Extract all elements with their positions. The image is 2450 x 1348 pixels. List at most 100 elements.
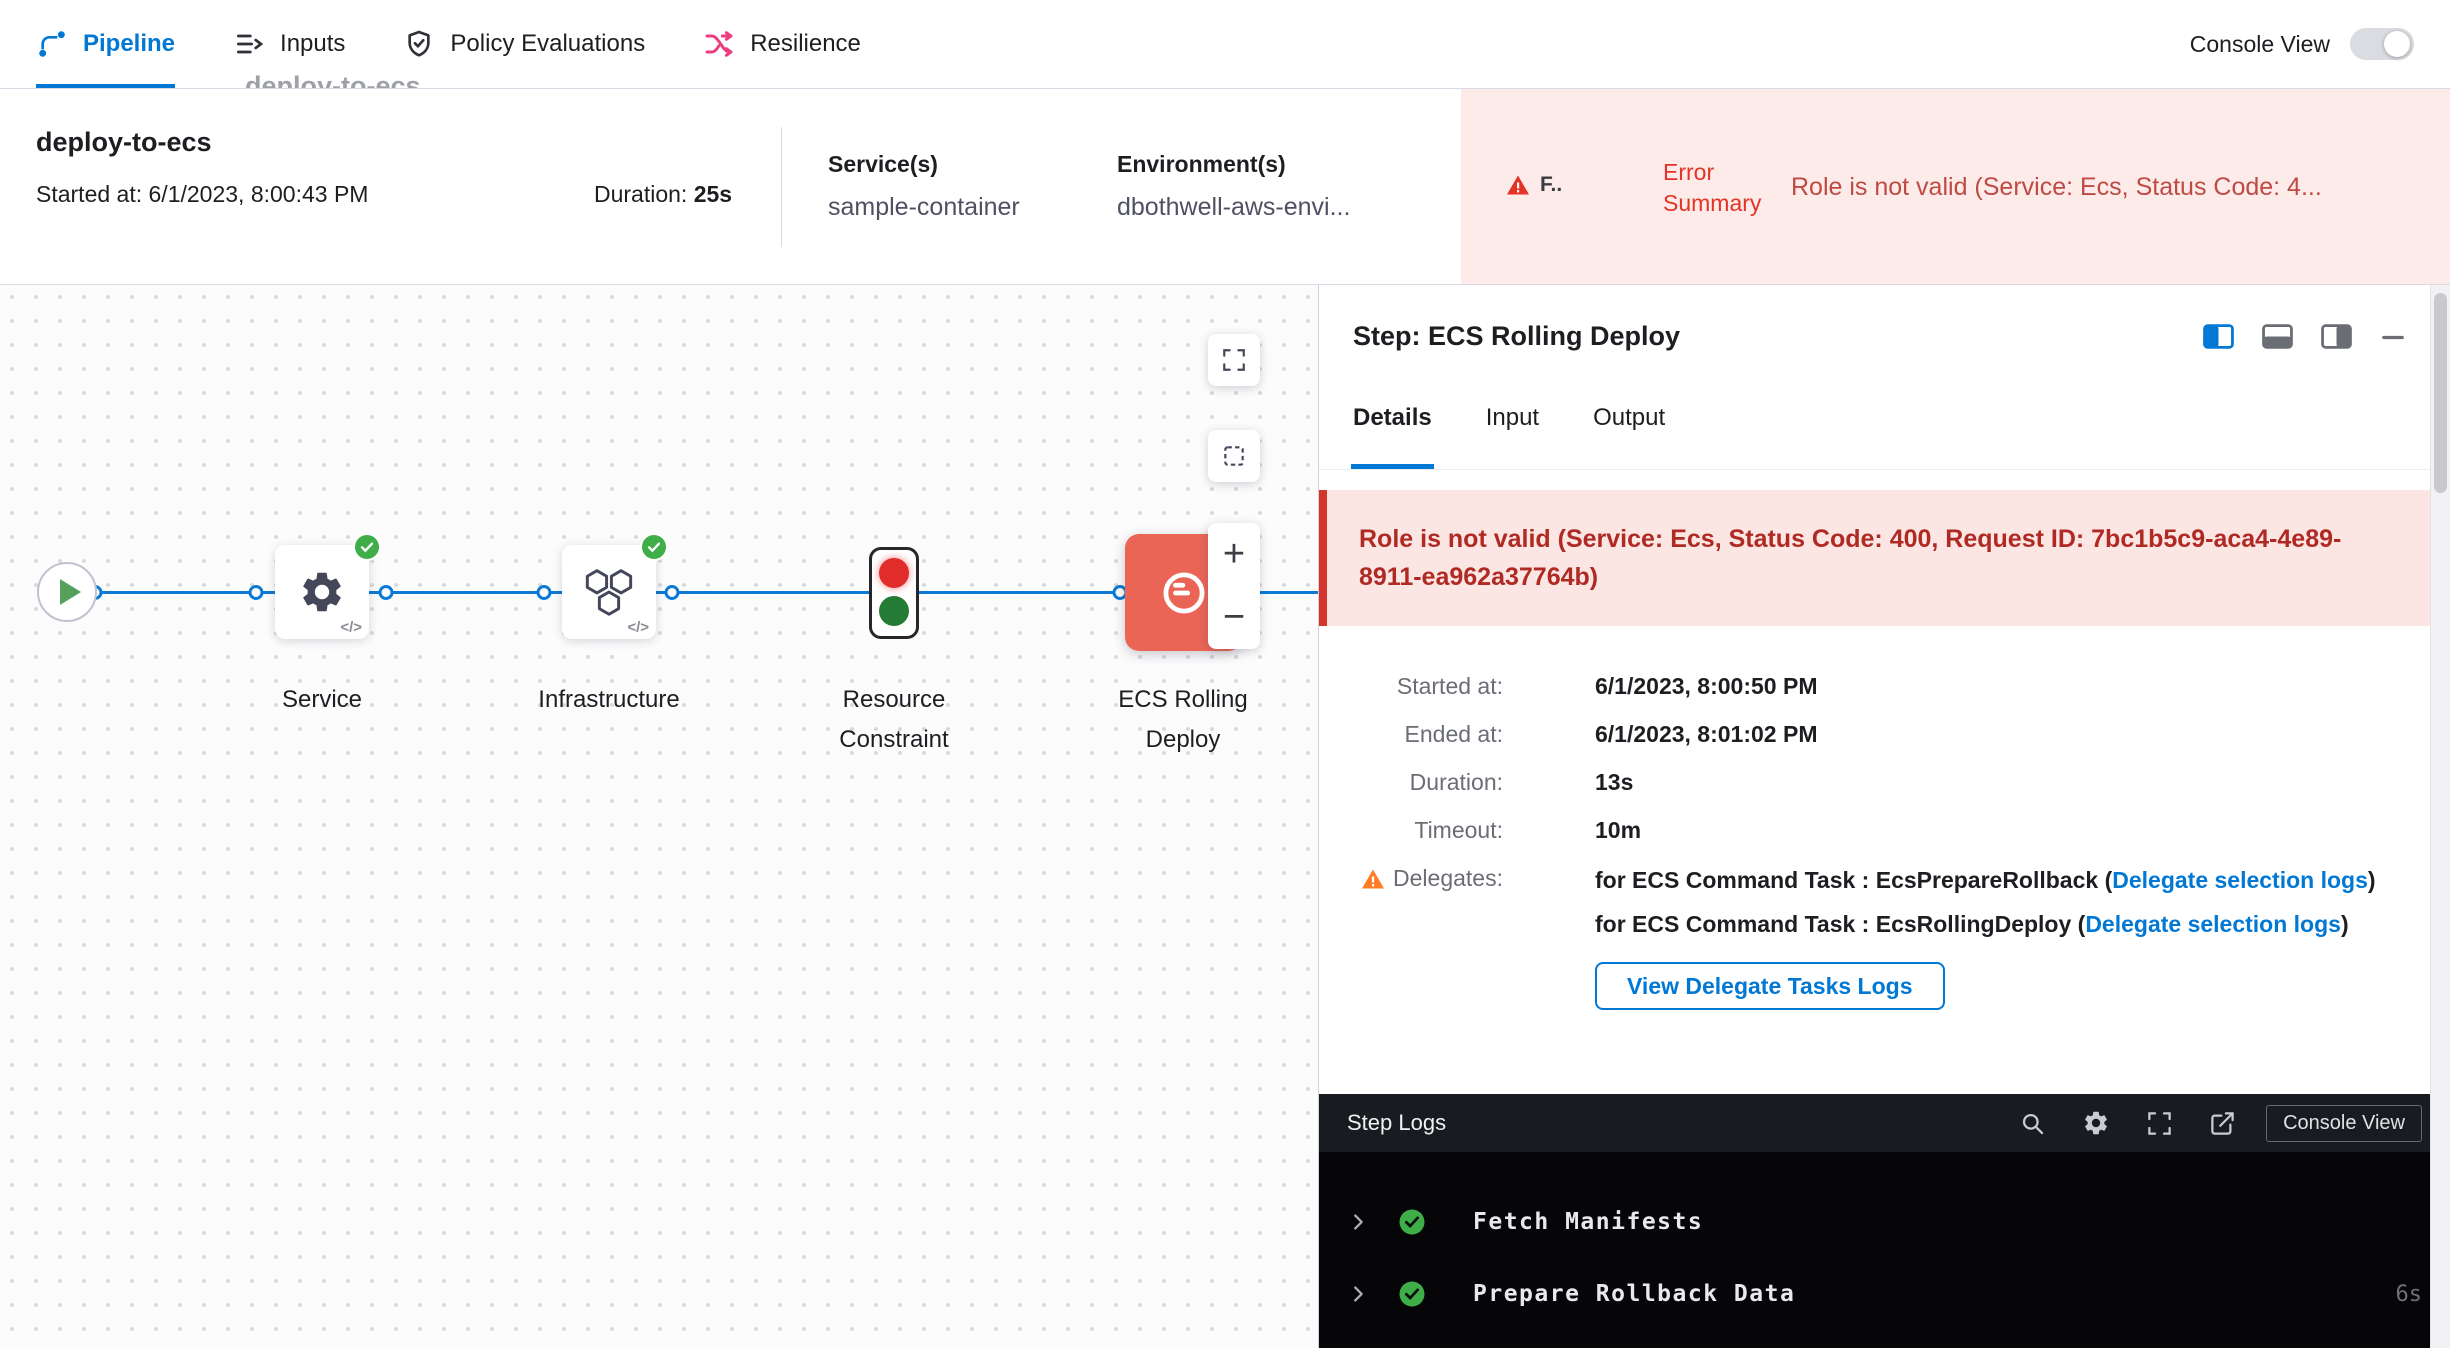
chevron-right-icon: [1347, 1211, 1369, 1233]
canvas-fullscreen-button[interactable]: [1208, 334, 1260, 386]
console-view-label: Console View: [2190, 31, 2330, 58]
delegates-value: for ECS Command Task : EcsPrepareRollbac…: [1595, 862, 2376, 1010]
edge-connector: [379, 585, 394, 600]
tab-inputs-label: Inputs: [280, 30, 345, 58]
step-panel-title: Step: ECS Rolling Deploy: [1353, 321, 2203, 352]
check-circle-icon: [1397, 1207, 1427, 1237]
traffic-light-red: [879, 558, 909, 588]
layout-split-right-icon[interactable]: [2321, 324, 2352, 349]
tab-inputs[interactable]: Inputs: [233, 0, 345, 89]
error-triangle-icon: [1506, 173, 1530, 197]
duration-label: Duration:: [594, 181, 687, 207]
delegates-label: Delegates:: [1393, 862, 1503, 895]
detail-label: Timeout:: [1353, 814, 1503, 847]
delegate-line: for ECS Command Task : EcsPrepareRollbac…: [1595, 862, 2376, 898]
canvas-marquee-select-button[interactable]: [1208, 430, 1260, 482]
zoom-in-button[interactable]: +: [1208, 523, 1260, 586]
scrollbar-thumb[interactable]: [2434, 293, 2447, 493]
expand-icon[interactable]: [2146, 1110, 2173, 1137]
log-row-prepare-rollback-data[interactable]: Prepare Rollback Data 6s: [1319, 1258, 2450, 1330]
panel-scrollbar[interactable]: [2430, 285, 2450, 1348]
step-error-banner: Role is not valid (Service: Ecs, Status …: [1319, 490, 2450, 626]
pipeline-icon: [36, 28, 68, 60]
tab-pipeline[interactable]: Pipeline: [36, 0, 175, 89]
error-summary-region: F.. Error Summary Role is not valid (Ser…: [1461, 89, 2450, 284]
top-navigation: deploy-to-ecs Pipeline Inputs Policy Eva…: [0, 0, 2450, 89]
detail-label: Duration:: [1353, 766, 1503, 799]
warning-triangle-icon: [1361, 867, 1385, 891]
delegate-text: for ECS Command Task : EcsRollingDeploy …: [1595, 911, 2085, 937]
check-badge-icon: [640, 533, 668, 561]
canvas-zoom-controls: + −: [1208, 523, 1260, 649]
console-view-toggle[interactable]: [2350, 28, 2414, 60]
delegate-suffix: ): [2368, 867, 2376, 893]
log-section-duration: 6s: [2396, 1282, 2423, 1307]
policy-shield-icon: [403, 28, 435, 60]
tab-details[interactable]: Details: [1353, 400, 1432, 469]
step-logs-title: Step Logs: [1347, 1110, 2019, 1136]
view-delegate-tasks-logs-button[interactable]: View Delegate Tasks Logs: [1595, 962, 1945, 1010]
zoom-out-button[interactable]: −: [1208, 586, 1260, 649]
detail-value: 13s: [1595, 766, 1633, 799]
detail-value: 6/1/2023, 8:01:02 PM: [1595, 718, 1817, 751]
delegate-text: for ECS Command Task : EcsPrepareRollbac…: [1595, 867, 2112, 893]
delegate-line: for ECS Command Task : EcsRollingDeploy …: [1595, 906, 2376, 942]
delegate-selection-logs-link[interactable]: Delegate selection logs: [2112, 867, 2368, 893]
node-service[interactable]: </>: [275, 545, 369, 639]
node-label-infrastructure: Infrastructure: [479, 680, 739, 720]
pipeline-canvas[interactable]: </> Service </> Infrastructure Resource …: [0, 285, 1318, 1348]
detail-value: 10m: [1595, 814, 1641, 847]
layout-split-bottom-icon[interactable]: [2262, 324, 2293, 349]
external-link-icon[interactable]: [2209, 1110, 2236, 1137]
traffic-light-green: [879, 596, 909, 626]
minimize-icon[interactable]: [2380, 324, 2406, 350]
logs-console-view-button[interactable]: Console View: [2266, 1105, 2422, 1142]
node-label-ecs-rolling-deploy: ECS Rolling Deploy: [1093, 680, 1273, 760]
tab-policy-evaluations[interactable]: Policy Evaluations: [403, 0, 645, 89]
step-details: Started at: 6/1/2023, 8:00:50 PM Ended a…: [1319, 626, 2450, 1010]
environments-label: Environment(s): [1117, 151, 1286, 178]
duration-text: Duration: 25s: [594, 181, 732, 208]
log-section-label: Prepare Rollback Data: [1473, 1281, 1795, 1307]
error-summary-label: Error Summary: [1663, 157, 1788, 219]
execution-header: deploy-to-ecs Started at: 6/1/2023, 8:00…: [0, 89, 2450, 285]
start-node[interactable]: [37, 562, 97, 622]
search-icon[interactable]: [2019, 1110, 2046, 1137]
tab-resilience[interactable]: Resilience: [703, 0, 861, 89]
layout-split-left-icon[interactable]: [2203, 324, 2234, 349]
check-circle-icon: [1397, 1279, 1427, 1309]
node-label-resource-constraint: Resource Constraint: [814, 680, 974, 760]
duration-value: 25s: [694, 181, 732, 207]
delegate-selection-logs-link[interactable]: Delegate selection logs: [2085, 911, 2341, 937]
hexagons-icon: [583, 567, 635, 617]
log-row-fetch-manifests[interactable]: Fetch Manifests: [1319, 1186, 2450, 1258]
detail-row: Timeout: 10m: [1353, 814, 2406, 847]
inputs-icon: [233, 28, 265, 60]
edge-connector: [249, 585, 264, 600]
delegates-row: Delegates: for ECS Command Task : EcsPre…: [1353, 862, 2406, 1010]
step-details-panel: Step: ECS Rolling Deploy Details Input O…: [1318, 285, 2450, 1348]
marquee-select-icon: [1221, 443, 1247, 469]
services-label: Service(s): [828, 151, 938, 178]
tab-policy-evaluations-label: Policy Evaluations: [450, 30, 645, 58]
toggle-knob: [2384, 31, 2410, 57]
detail-label: Ended at:: [1353, 718, 1503, 751]
status-badge: F..: [1506, 173, 1562, 197]
gear-icon[interactable]: [2082, 1109, 2110, 1137]
detail-label: Started at:: [1353, 670, 1503, 703]
check-badge-icon: [353, 533, 381, 561]
detail-row: Ended at: 6/1/2023, 8:01:02 PM: [1353, 718, 2406, 751]
pipeline-title: deploy-to-ecs: [36, 127, 212, 158]
gear-icon: [298, 568, 346, 616]
node-resource-constraint[interactable]: [869, 547, 919, 639]
step-logs-body: Fetch Manifests Prepare Rollback Data 6s: [1319, 1152, 2450, 1348]
started-at-value: 6/1/2023, 8:00:43 PM: [149, 181, 369, 207]
edge-connector: [537, 585, 552, 600]
tab-output[interactable]: Output: [1593, 400, 1665, 469]
status-badge-text: F..: [1540, 173, 1562, 197]
node-infrastructure[interactable]: </>: [562, 545, 656, 639]
tab-input[interactable]: Input: [1486, 400, 1539, 469]
chevron-right-icon: [1347, 1283, 1369, 1305]
services-value: sample-container: [828, 193, 1020, 222]
tab-pipeline-label: Pipeline: [83, 30, 175, 58]
